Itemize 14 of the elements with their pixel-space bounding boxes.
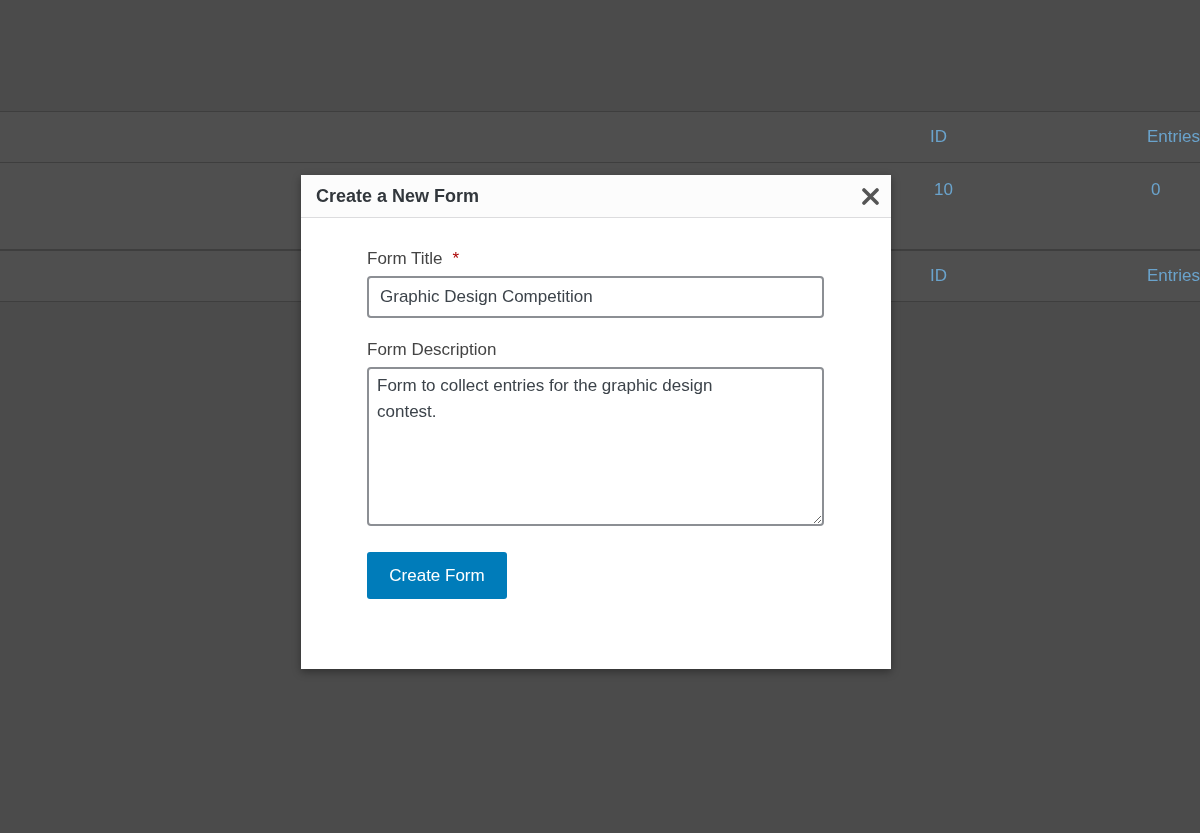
column-header: ID — [930, 127, 948, 147]
table-cell-text: 0 — [1150, 180, 1162, 200]
close-icon[interactable] — [862, 187, 879, 205]
field-label: Form Description — [367, 339, 497, 361]
modal-title: Create a New Form — [316, 185, 480, 207]
required-mark: * — [452, 248, 460, 270]
table-cell-text: 10 — [933, 180, 954, 200]
column-footer: Entries — [1147, 266, 1200, 286]
column-footer: ID — [930, 266, 1147, 286]
field-label: Form Title — [367, 248, 443, 270]
column-header: Entries — [1147, 127, 1200, 147]
input-field[interactable]: Graphic Design Competition — [367, 276, 824, 318]
create-form-button[interactable]: Create Form — [367, 552, 507, 599]
textarea-field[interactable]: Form to collect entries for the graphic design contest. — [367, 367, 824, 526]
